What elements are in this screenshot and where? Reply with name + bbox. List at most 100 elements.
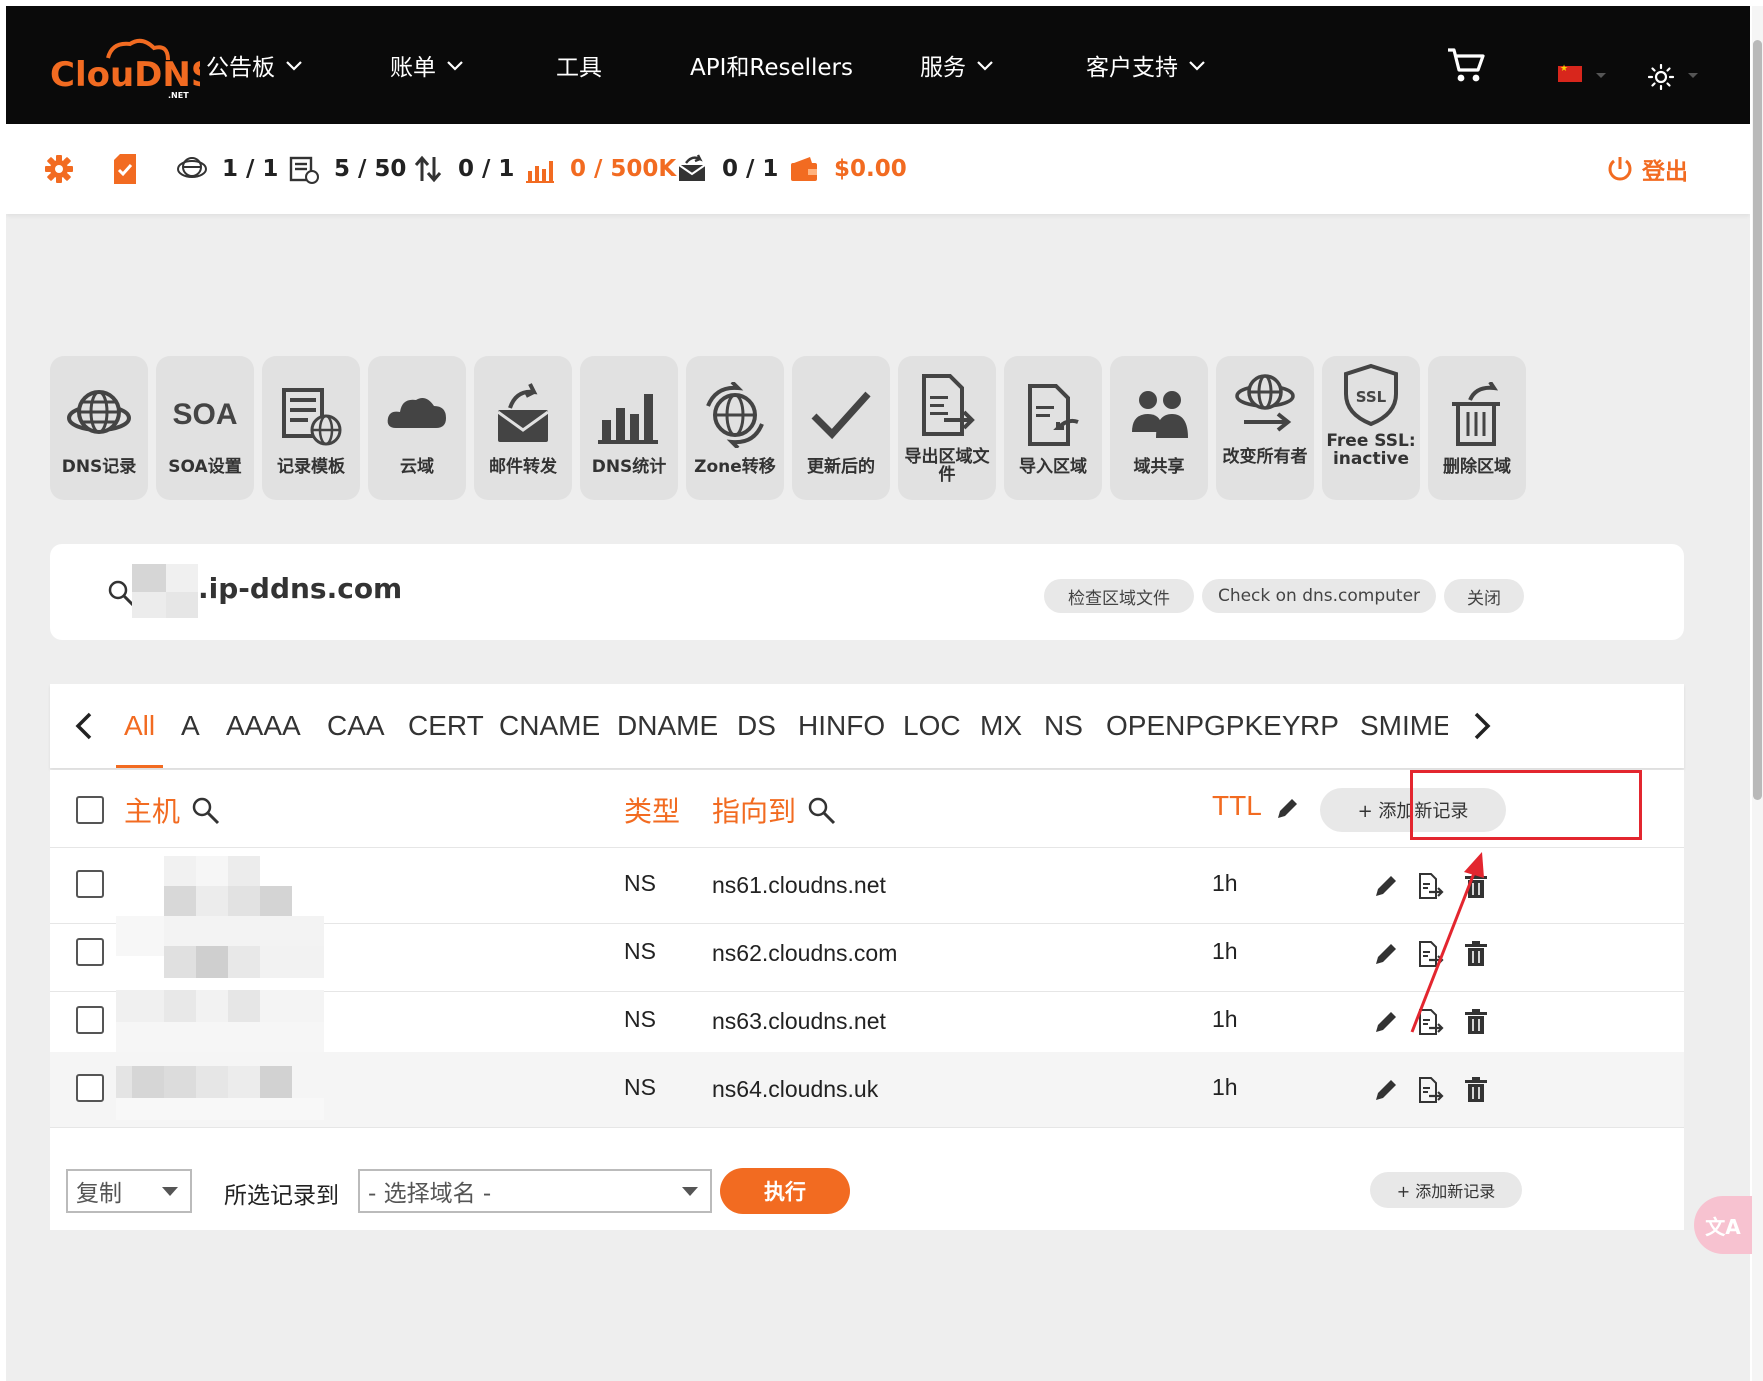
globe-icon [177,157,207,178]
china-flag-icon[interactable] [1558,64,1582,82]
status-balance[interactable]: $0.00 [788,124,907,214]
change-owner-icon [1235,374,1295,432]
redacted-host-block [228,946,260,978]
tab-rp[interactable]: RP [1300,684,1339,768]
edit-icon[interactable] [1372,1076,1400,1104]
chevron-right-icon[interactable] [1470,710,1494,742]
export-record-icon[interactable] [1416,1076,1444,1104]
trash-icon[interactable] [1462,1076,1490,1104]
tab-ns[interactable]: NS [1044,684,1083,768]
bar-chart-icon [598,394,658,444]
trash-icon[interactable] [1462,1008,1490,1036]
shopping-cart-icon[interactable] [1446,46,1486,84]
tile-change-owner[interactable]: 改变所有者 [1216,356,1314,500]
nav-tools[interactable]: 工具 [556,6,602,124]
action-select[interactable]: 复制 [66,1169,192,1213]
tile-record-templates[interactable]: 记录模板 [262,356,360,500]
top-navbar: ClouDNS .NET 公告板 账单 工具 API和Resellers 服务 … [6,6,1750,124]
tab-hinfo[interactable]: HINFO [798,684,885,768]
chevron-down-icon [1189,61,1205,71]
trash-icon[interactable] [1462,940,1490,968]
status-zones[interactable]: 1 / 1 [176,124,278,214]
status-records[interactable]: 5 / 50 [288,124,406,214]
tile-mail-forwarding[interactable]: 邮件转发 [474,356,572,500]
annotation-highlight-box [1410,770,1642,840]
column-ttl: TTL [1212,790,1262,821]
nav-billing[interactable]: 账单 [390,6,464,124]
nav-support[interactable]: 客户支持 [1086,6,1206,124]
tile-free-ssl[interactable]: SSL Free SSL: inactive [1322,356,1420,500]
status-transfers[interactable]: 0 / 1 [412,124,514,214]
domain-select[interactable]: - 选择域名 - [358,1169,712,1213]
delete-zone-icon [1452,382,1500,446]
tile-zone-transfer[interactable]: Zone转移 [686,356,784,500]
edit-icon[interactable] [1372,1008,1400,1036]
tile-cloud-domains[interactable]: 云域 [368,356,466,500]
tile-updated[interactable]: 更新后的 [792,356,890,500]
tab-all[interactable]: All [115,684,164,768]
tab-cname[interactable]: CNAME [499,684,600,768]
row-checkbox[interactable] [76,1074,104,1102]
tile-export-zone[interactable]: 导出区域文件 [898,356,996,500]
redacted-domain-block [166,564,198,592]
chevron-down-icon [1688,73,1698,78]
edit-icon[interactable] [1372,872,1400,900]
scrollbar-thumb[interactable] [1753,40,1762,800]
svg-text:.NET: .NET [168,91,189,100]
tile-import-zone[interactable]: 导入区域 [1004,356,1102,500]
tile-dns-statistics[interactable]: DNS统计 [580,356,678,500]
check-dns-computer-button[interactable]: Check on dns.computer [1202,579,1436,613]
status-mail-forwards[interactable]: 0 / 1 [676,124,778,214]
tile-soa-settings[interactable]: SOA SOA设置 [156,356,254,500]
redacted-host-block [228,990,260,1022]
chevron-left-icon[interactable] [72,710,96,742]
cloudns-logo[interactable]: ClouDNS .NET [50,36,200,102]
tab-ds[interactable]: DS [737,684,776,768]
export-record-icon[interactable] [1416,872,1444,900]
tab-loc[interactable]: LOC [903,684,961,768]
template-icon [282,388,342,446]
trash-icon[interactable] [1462,872,1490,900]
status-queries[interactable]: 0 / 500K [524,124,676,214]
tab-mx[interactable]: MX [980,684,1022,768]
redacted-host-block [196,946,228,978]
close-button[interactable]: 关闭 [1444,579,1524,613]
row-checkbox[interactable] [76,1006,104,1034]
execute-button[interactable]: 执行 [720,1168,850,1214]
add-record-button-bottom[interactable]: + 添加新记录 [1370,1172,1522,1208]
tab-smimea[interactable]: SMIMEA [1360,684,1448,768]
select-all-checkbox[interactable] [76,796,104,824]
column-host: 主机 [124,790,220,830]
logout-button[interactable]: 登出 [1606,124,1688,214]
app-frame: ClouDNS .NET 公告板 账单 工具 API和Resellers 服务 … [6,6,1750,1381]
redacted-host-block [116,990,164,1022]
check-zone-file-button[interactable]: 检查区域文件 [1044,579,1194,613]
export-record-icon[interactable] [1416,940,1444,968]
pencil-icon[interactable] [1274,796,1300,822]
tile-dns-records[interactable]: DNS记录 [50,356,148,500]
edit-icon[interactable] [1372,940,1400,968]
search-icon[interactable] [190,795,220,825]
nav-bulletin[interactable]: 公告板 [206,6,303,124]
tab-aaaa[interactable]: AAAA [226,684,301,768]
tab-dname[interactable]: DNAME [617,684,718,768]
tab-caa[interactable]: CAA [327,684,385,768]
tab-openpgpkey[interactable]: OPENPGPKEY [1106,684,1301,768]
record-type-tabs: All A AAAA CAA CERT CNAME DNAME DS HINFO… [50,684,1684,768]
chevron-down-icon [682,1187,698,1196]
tab-cert[interactable]: CERT [408,684,484,768]
nav-api-resellers[interactable]: API和Resellers [690,6,853,124]
gear-icon[interactable] [44,154,74,184]
tile-domain-sharing[interactable]: 域共享 [1110,356,1208,500]
tile-delete-zone[interactable]: 删除区域 [1428,356,1526,500]
export-record-icon[interactable] [1416,1008,1444,1036]
translate-icon[interactable]: 文A [1694,1196,1752,1254]
nav-services[interactable]: 服务 [920,6,994,124]
search-icon[interactable] [806,795,836,825]
row-checkbox[interactable] [76,938,104,966]
redacted-host-block [196,1066,228,1098]
tab-a[interactable]: A [181,684,200,768]
sun-icon[interactable] [1648,64,1674,90]
clipboard-check-icon[interactable] [112,152,138,186]
row-checkbox[interactable] [76,870,104,898]
